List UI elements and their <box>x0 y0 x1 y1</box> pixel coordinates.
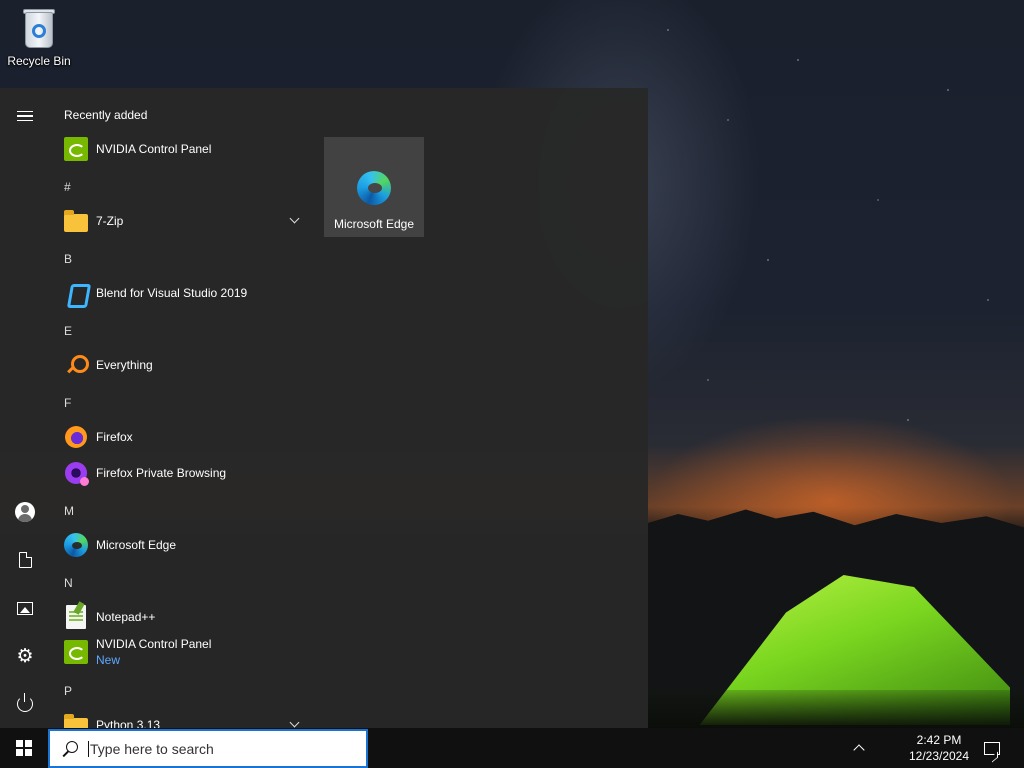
app-item-microsoft-edge[interactable]: Microsoft Edge <box>50 527 310 563</box>
app-item-nvidia-control-panel[interactable]: NVIDIA Control Panel <box>50 131 310 167</box>
start-rail: ⚙ <box>0 88 50 728</box>
folder-icon <box>64 714 88 728</box>
firefox-icon <box>65 426 87 448</box>
desktop-icon-recycle-bin[interactable]: Recycle Bin <box>2 4 76 78</box>
nvidia-icon <box>64 137 88 161</box>
start-button[interactable] <box>0 728 48 768</box>
action-center-button[interactable] <box>980 728 1004 768</box>
clock-date: 12/23/2024 <box>908 749 970 763</box>
taskbar-search-box[interactable] <box>48 729 368 768</box>
letter-header-e[interactable]: E <box>64 324 72 338</box>
chevron-down-icon[interactable] <box>289 213 300 224</box>
app-item-blend[interactable]: Blend for Visual Studio 2019 <box>50 275 310 311</box>
app-item-python[interactable]: Python 3.13 <box>50 707 310 728</box>
power-button[interactable] <box>0 680 50 728</box>
new-badge: New <box>96 653 121 667</box>
settings-icon: ⚙ <box>16 645 34 667</box>
recycle-bin-icon <box>20 6 58 50</box>
edge-icon <box>64 533 88 557</box>
documents-icon <box>18 552 32 568</box>
nvidia-icon <box>64 640 88 664</box>
chevron-down-icon[interactable] <box>289 717 300 728</box>
show-hidden-icons-button[interactable] <box>845 728 873 768</box>
start-menu: ⚙ Recently added NVIDIA Control Panel # … <box>0 88 648 728</box>
taskbar: 2:42 PM 12/23/2024 <box>0 728 1024 768</box>
documents-button[interactable] <box>0 536 50 584</box>
pictures-button[interactable] <box>0 584 50 632</box>
letter-header-f[interactable]: F <box>64 396 71 410</box>
windows-logo-icon <box>16 740 32 756</box>
settings-button[interactable]: ⚙ <box>0 632 50 680</box>
pictures-icon <box>17 601 33 615</box>
notification-icon <box>984 741 1000 755</box>
tile-label: Microsoft Edge <box>333 217 415 231</box>
notepad-plus-plus-icon <box>66 605 86 629</box>
hamburger-menu-button[interactable] <box>0 92 50 140</box>
search-input[interactable] <box>88 740 348 757</box>
app-item-nvidia-control-panel-new[interactable]: NVIDIA Control Panel New <box>50 634 310 670</box>
user-icon <box>15 502 35 522</box>
blend-icon <box>65 282 87 304</box>
edge-icon <box>357 171 391 205</box>
recently-added-heading: Recently added <box>64 108 148 122</box>
letter-header-n[interactable]: N <box>64 576 73 590</box>
app-item-everything[interactable]: Everything <box>50 347 310 383</box>
letter-header-m[interactable]: M <box>64 504 74 518</box>
power-icon <box>17 693 33 712</box>
wallpaper-stars <box>648 0 1024 520</box>
app-item-7zip[interactable]: 7-Zip <box>50 203 310 239</box>
desktop-icon-label: Recycle Bin <box>7 54 71 68</box>
search-icon <box>60 739 80 759</box>
firefox-private-icon <box>65 462 89 486</box>
app-item-firefox[interactable]: Firefox <box>50 419 310 455</box>
user-account-button[interactable] <box>0 488 50 536</box>
app-item-notepad-plus-plus[interactable]: Notepad++ <box>50 599 310 635</box>
taskbar-clock[interactable]: 2:42 PM 12/23/2024 <box>896 728 982 768</box>
letter-header-hash[interactable]: # <box>64 180 71 194</box>
hamburger-icon <box>17 108 33 125</box>
app-list: Recently added NVIDIA Control Panel # 7-… <box>50 88 310 728</box>
letter-header-p[interactable]: P <box>64 684 72 698</box>
clock-time: 2:42 PM <box>916 733 962 747</box>
magnifier-icon <box>65 354 89 376</box>
app-item-firefox-private[interactable]: Firefox Private Browsing <box>50 455 310 491</box>
tile-microsoft-edge[interactable]: Microsoft Edge <box>324 137 424 237</box>
folder-icon <box>64 210 88 232</box>
letter-header-b[interactable]: B <box>64 252 72 266</box>
chevron-up-icon <box>853 744 865 756</box>
wallpaper-grass <box>648 690 1024 730</box>
